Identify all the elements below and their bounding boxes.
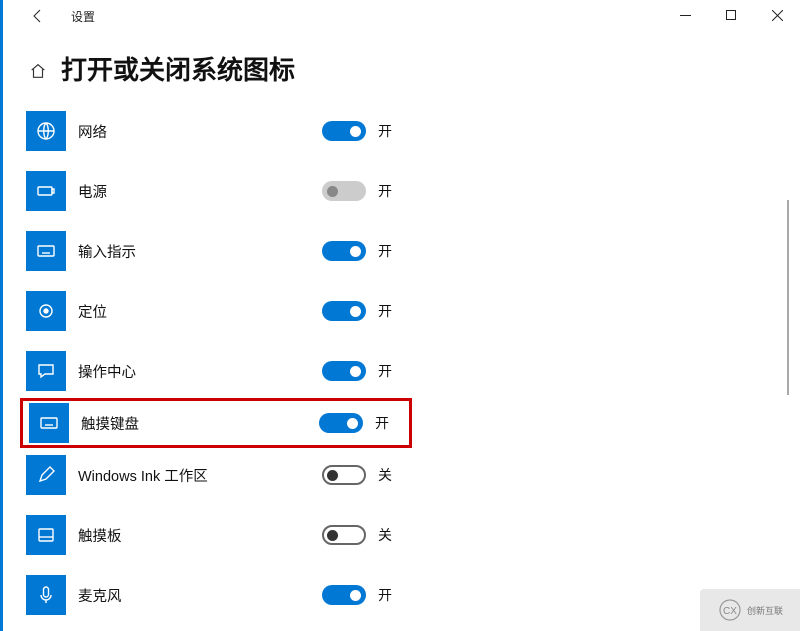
toggle-group: 开 — [322, 301, 392, 321]
setting-row-network: 网络 开 — [26, 101, 800, 161]
page-title: 打开或关闭系统图标 — [61, 50, 295, 87]
toggle-touchkb[interactable] — [319, 413, 363, 433]
scrollbar[interactable] — [787, 200, 789, 395]
back-button[interactable] — [23, 1, 53, 31]
setting-label: 输入指示 — [78, 241, 278, 262]
message-icon — [26, 351, 66, 391]
toggle-group: 开 — [319, 413, 389, 433]
setting-label: 网络 — [78, 121, 278, 142]
minimize-icon — [680, 10, 691, 21]
toggle-network[interactable] — [322, 121, 366, 141]
battery-icon — [26, 171, 66, 211]
watermark-logo-icon: CX — [717, 597, 743, 623]
toggle-status: 开 — [378, 121, 392, 141]
title-bar: 设置 — [3, 0, 800, 32]
setting-row-ink: Windows Ink 工作区 关 — [26, 445, 800, 505]
target-icon — [26, 291, 66, 331]
setting-row-power: 电源 开 — [26, 161, 800, 221]
setting-label: 触摸板 — [78, 525, 278, 546]
toggle-group: 开 — [322, 361, 392, 381]
page-header: 打开或关闭系统图标 — [3, 32, 800, 101]
watermark-text: 创新互联 — [747, 604, 783, 617]
setting-row-mic: 麦克风 开 — [26, 565, 800, 625]
mic-icon — [26, 575, 66, 615]
toggle-status: 开 — [378, 241, 392, 261]
toggle-ink[interactable] — [322, 465, 366, 485]
setting-row-touchpad: 触摸板 关 — [26, 505, 800, 565]
keyboard-icon — [26, 231, 66, 271]
toggle-status: 开 — [378, 585, 392, 605]
setting-label: 定位 — [78, 301, 278, 322]
setting-label: 操作中心 — [78, 361, 278, 382]
toggle-ime[interactable] — [322, 241, 366, 261]
svg-text:CX: CX — [723, 606, 737, 617]
watermark: CX 创新互联 — [700, 589, 800, 631]
toggle-touchpad[interactable] — [322, 525, 366, 545]
arrow-left-icon — [30, 8, 46, 24]
toggle-location[interactable] — [322, 301, 366, 321]
maximize-icon — [726, 10, 736, 20]
toggle-group: 开 — [322, 585, 392, 605]
setting-label: 电源 — [78, 181, 278, 202]
close-button[interactable] — [754, 0, 800, 30]
toggle-power — [322, 181, 366, 201]
setting-row-action: 操作中心 开 — [26, 341, 800, 401]
toggle-status: 开 — [378, 361, 392, 381]
toggle-group: 开 — [322, 241, 392, 261]
setting-row-touchkb: 触摸键盘 开 — [20, 398, 412, 448]
toggle-mic[interactable] — [322, 585, 366, 605]
keyboard-icon — [29, 403, 69, 443]
globe-icon — [26, 111, 66, 151]
toggle-group: 关 — [322, 525, 392, 545]
setting-row-ime: 输入指示 开 — [26, 221, 800, 281]
app-title: 设置 — [71, 8, 95, 25]
setting-row-location: 定位 开 — [26, 281, 800, 341]
toggle-group: 开 — [322, 181, 392, 201]
toggle-status: 关 — [378, 525, 392, 545]
pen-icon — [26, 455, 66, 495]
toggle-status: 开 — [378, 301, 392, 321]
close-icon — [772, 10, 783, 21]
setting-label: Windows Ink 工作区 — [78, 465, 278, 486]
setting-label: 触摸键盘 — [81, 413, 281, 434]
toggle-group: 关 — [322, 465, 392, 485]
maximize-button[interactable] — [708, 0, 754, 30]
home-icon[interactable] — [29, 62, 47, 80]
window-controls — [662, 0, 800, 30]
toggle-group: 开 — [322, 121, 392, 141]
toggle-status: 开 — [378, 181, 392, 201]
touchpad-icon — [26, 515, 66, 555]
toggle-status: 开 — [375, 413, 389, 433]
minimize-button[interactable] — [662, 0, 708, 30]
setting-label: 麦克风 — [78, 585, 278, 606]
toggle-status: 关 — [378, 465, 392, 485]
toggle-action[interactable] — [322, 361, 366, 381]
settings-list: 网络开电源开输入指示开定位开操作中心开触摸键盘开Windows Ink 工作区关… — [3, 101, 800, 625]
